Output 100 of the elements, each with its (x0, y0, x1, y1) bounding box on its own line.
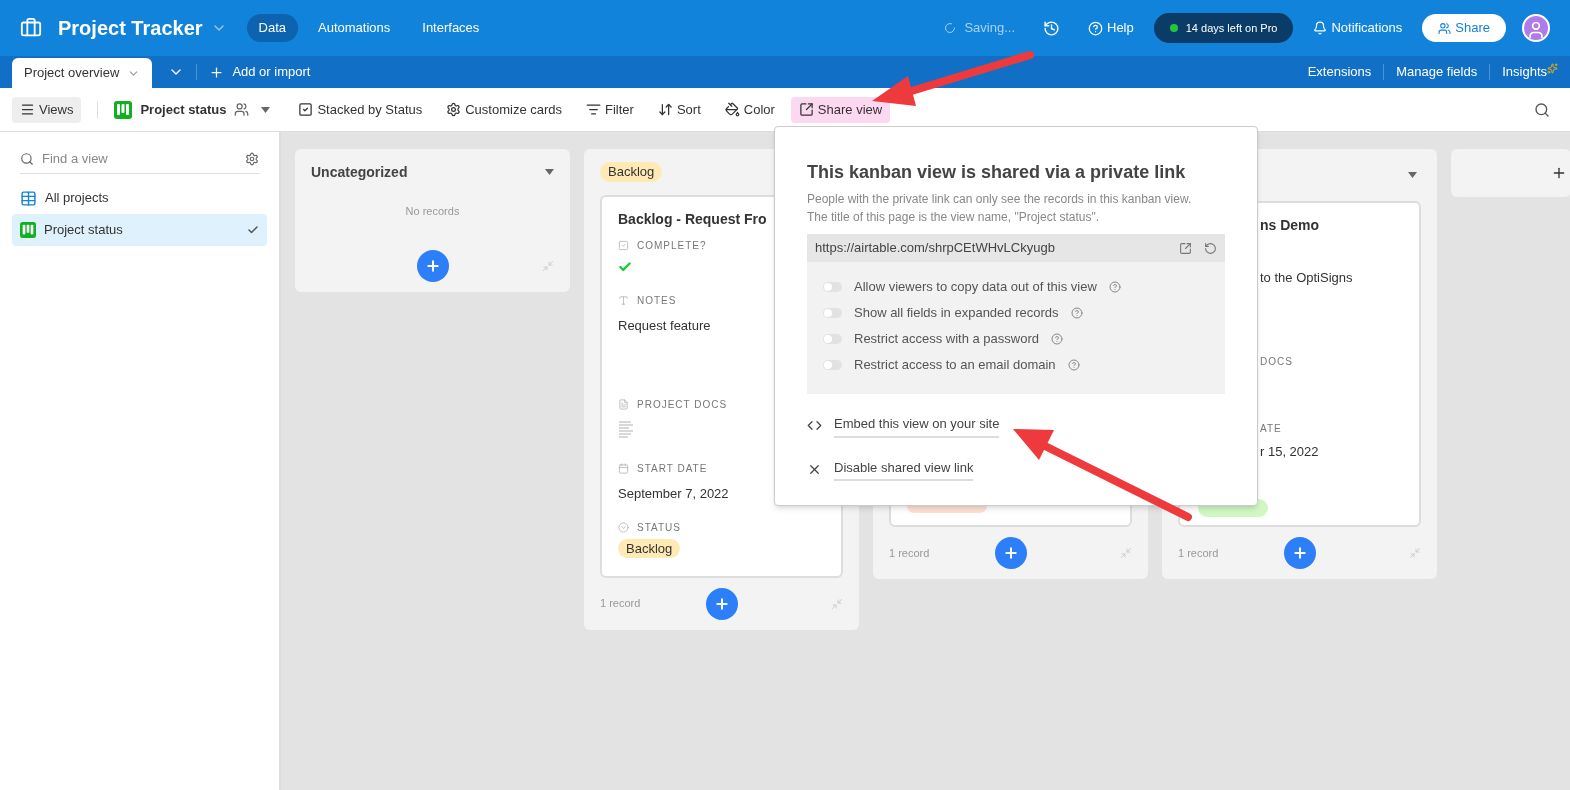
view-item[interactable]: All projects (12, 182, 267, 214)
trial-badge[interactable]: 14 days left on Pro (1153, 13, 1294, 43)
add-or-import-button[interactable]: Add or import (209, 62, 311, 82)
field-label: PROJECT DOCS (637, 398, 728, 412)
record-count: 1 record (600, 596, 642, 612)
add-record-button[interactable] (1283, 537, 1316, 569)
share-link-field[interactable]: https://airtable.com/shrpCEtWHvLCkyugb (807, 234, 1225, 262)
status-tag: Backlog (618, 538, 681, 558)
field-label: DOCS (1260, 354, 1294, 369)
search-icon[interactable] (1534, 101, 1550, 118)
field-label: NOTES (637, 294, 677, 308)
search-icon (20, 151, 34, 166)
paint-bucket-icon (724, 102, 740, 117)
card-title: ns Demo (1260, 216, 1321, 235)
refresh-icon[interactable] (1204, 241, 1217, 255)
kanban-icon (114, 100, 133, 119)
menu-icon (20, 102, 35, 117)
person-icon (1526, 20, 1546, 40)
filter-icon (586, 102, 602, 117)
column-tag: Backlog (600, 162, 663, 182)
option-label: Show all fields in expanded records (854, 304, 1059, 323)
help-icon[interactable] (1050, 333, 1063, 345)
settings-icon[interactable] (245, 151, 259, 166)
help-icon[interactable] (1108, 281, 1121, 293)
toolbar-button[interactable]: Share view (790, 96, 891, 123)
field-value: to the OptiSigns (1260, 269, 1354, 287)
share-button[interactable]: Share (1422, 14, 1506, 42)
checkbox-icon (298, 102, 314, 117)
record-count: 1 record (1178, 545, 1220, 561)
collapse-icon (1120, 547, 1132, 559)
toggle-switch[interactable] (823, 282, 842, 292)
plus-icon (1551, 165, 1567, 181)
add-record-button[interactable] (416, 249, 449, 282)
spinner-icon (944, 22, 957, 34)
briefcase-icon (20, 17, 42, 39)
document-icon (618, 399, 629, 410)
sparkle-icon (1547, 62, 1558, 74)
collapse-icon (1409, 547, 1421, 559)
share-icon (798, 102, 814, 117)
text-field-icon (618, 295, 629, 306)
avatar[interactable] (1522, 14, 1550, 42)
collapse-icon (831, 597, 843, 610)
popover-action-link[interactable]: Disable shared view link (834, 457, 974, 481)
add-record-button[interactable] (705, 587, 738, 620)
status-icon (618, 521, 629, 533)
help-icon[interactable] (1067, 359, 1080, 371)
history-icon[interactable] (1043, 19, 1060, 37)
notifications-button[interactable]: Notifications (1313, 18, 1403, 38)
toolbar-link[interactable]: Insights (1502, 62, 1547, 82)
nav-tab[interactable]: Automations (306, 14, 403, 42)
toolbar-link[interactable]: Extensions (1307, 62, 1372, 82)
toolbar-button[interactable]: Color (716, 96, 783, 123)
help-icon (1088, 20, 1103, 36)
view-name-button[interactable]: Project status (140, 99, 227, 120)
checkbox-icon (618, 240, 629, 251)
toggle-switch[interactable] (823, 334, 842, 344)
nav-tab[interactable]: Data (246, 14, 298, 42)
collapse-icon (542, 259, 554, 272)
help-button[interactable]: Help (1088, 18, 1134, 38)
help-icon[interactable] (1070, 307, 1083, 319)
plus-icon (713, 595, 730, 612)
views-button[interactable]: Views (12, 96, 82, 123)
sort-icon (657, 102, 673, 117)
toolbar-button[interactable]: Stacked by Status (290, 96, 431, 123)
search-field[interactable]: Find a view (42, 148, 237, 169)
nav-tab[interactable]: Interfaces (410, 14, 492, 42)
field-value: September 7, 2022 (618, 485, 730, 503)
view-item[interactable]: Project status (12, 214, 267, 246)
plus-icon (209, 64, 225, 80)
field-value: r 15, 2022 (1260, 442, 1320, 461)
field-label: STATUS (637, 520, 681, 535)
document-thumbnail (618, 420, 634, 438)
caret-icon (545, 169, 554, 175)
option-label: Allow viewers to copy data out of this view (854, 278, 1097, 297)
field-label: START DATE (637, 462, 708, 476)
open-link-icon[interactable] (1179, 241, 1192, 255)
record-count: 1 record (889, 545, 931, 561)
popover-title: This kanban view is shared via a private link (807, 161, 1187, 184)
caret-icon (261, 106, 271, 113)
toolbar-button[interactable]: Customize cards (438, 96, 571, 123)
popover-action-link[interactable]: Embed this view on your site (834, 414, 1000, 438)
toggle-switch[interactable] (823, 308, 842, 318)
plus-icon (1002, 545, 1019, 561)
users-icon (234, 102, 250, 117)
base-title[interactable]: Project Tracker (58, 13, 203, 43)
toggle-switch[interactable] (823, 360, 842, 370)
plus-icon (424, 257, 441, 274)
option-label: Restrict access with a password (854, 330, 1039, 349)
users-icon (1438, 21, 1452, 35)
caret-icon (1408, 172, 1417, 178)
table-tab[interactable]: Project overview (12, 58, 153, 88)
calendar-icon (618, 463, 629, 474)
toolbar-button[interactable]: Filter (578, 96, 642, 123)
field-value: Request feature (618, 317, 712, 335)
toolbar-button[interactable]: Sort (649, 96, 709, 123)
card-title: Backlog - Request Fro (618, 210, 767, 229)
add-record-button[interactable] (994, 537, 1027, 569)
check-icon (247, 224, 259, 236)
field-label: COMPLETE? (637, 239, 707, 253)
toolbar-link[interactable]: Manage fields (1396, 62, 1478, 82)
